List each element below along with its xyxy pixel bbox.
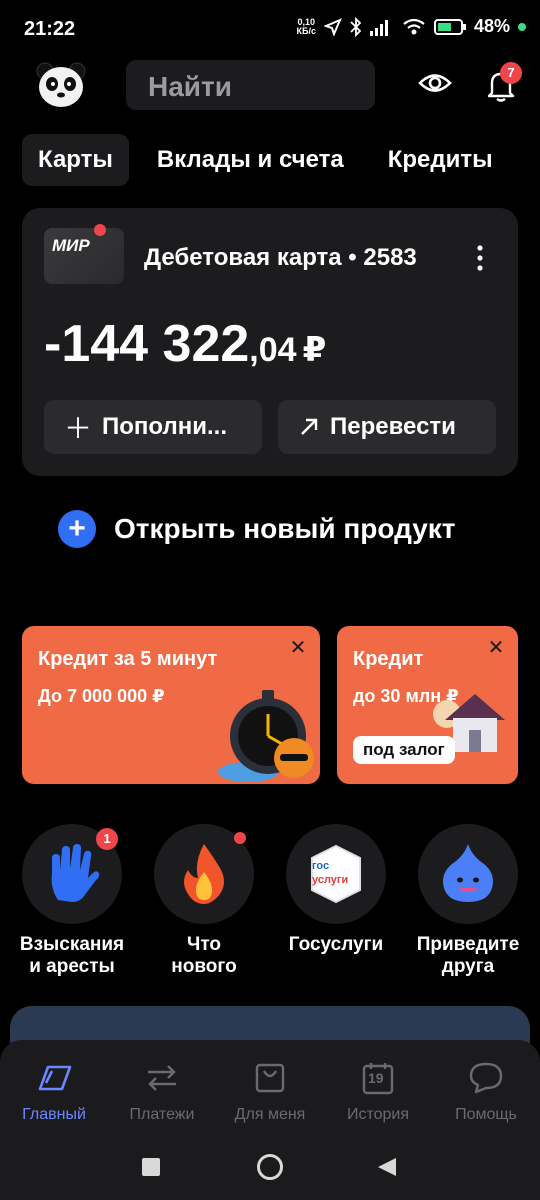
nav-home[interactable]: Главный bbox=[0, 1060, 108, 1124]
topup-label: Пополни... bbox=[102, 413, 227, 440]
bluetooth-icon bbox=[350, 16, 362, 37]
nav-label: Платежи bbox=[129, 1106, 195, 1123]
nav-payments[interactable]: Платежи bbox=[108, 1060, 216, 1124]
network-speed-unit: КБ/с bbox=[296, 25, 316, 36]
transfer-label: Перевести bbox=[330, 413, 456, 440]
balance-currency: ₽ bbox=[302, 331, 327, 369]
status-bar: 21:22 0,10 КБ/с 48% bbox=[0, 0, 540, 60]
debit-card-panel[interactable]: МИР Дебетовая карта • 2583 -144 322,04 ₽ … bbox=[22, 208, 518, 476]
quick-action-circle bbox=[418, 824, 518, 924]
app-header: Найти bbox=[0, 58, 540, 114]
search-placeholder: Найти bbox=[148, 71, 232, 102]
mir-card-thumbnail: МИР bbox=[44, 228, 124, 284]
quick-action-gosuslugi[interactable]: гос услуги Госуслуги bbox=[276, 824, 396, 956]
close-icon[interactable]: ✕ bbox=[288, 638, 308, 658]
quick-action-label-line1: Приведите bbox=[416, 934, 520, 955]
nav-label: Главный bbox=[22, 1106, 86, 1123]
tab-cards[interactable]: Карты bbox=[22, 134, 129, 186]
open-new-product-label: Открыть новый продукт bbox=[114, 513, 456, 544]
wifi-icon bbox=[403, 18, 425, 34]
nav-help[interactable]: Помощь bbox=[432, 1060, 540, 1124]
status-time: 21:22 bbox=[24, 18, 76, 40]
mir-logo: МИР bbox=[52, 236, 90, 255]
quick-action-label-line1: Госуслуги bbox=[288, 934, 384, 955]
network-speed: 0,10 КБ/с bbox=[296, 17, 316, 36]
location-icon bbox=[323, 17, 342, 36]
system-navigation-bar bbox=[0, 1136, 540, 1200]
notifications-badge: 7 bbox=[500, 62, 522, 84]
quick-action-collections[interactable]: 1 Взыскания и аресты bbox=[12, 824, 132, 978]
balance-decimal: ,04 bbox=[249, 331, 297, 369]
close-icon[interactable]: ✕ bbox=[486, 638, 506, 658]
nav-for-me[interactable]: Для меня bbox=[216, 1060, 324, 1124]
panda-avatar-icon[interactable] bbox=[36, 62, 86, 108]
battery-percent: 48% bbox=[473, 16, 510, 36]
plus-icon: ＋ bbox=[64, 413, 93, 444]
quick-action-circle bbox=[154, 824, 254, 924]
gosuslugi-logo-text-bottom: услуги bbox=[312, 874, 349, 886]
quick-action-label-line2: и аресты bbox=[29, 956, 115, 977]
promo-title: Кредит bbox=[353, 648, 424, 670]
recents-button-icon[interactable] bbox=[142, 1158, 160, 1176]
quick-action-label-line1: Что bbox=[186, 934, 221, 955]
whats-new-dot bbox=[234, 832, 246, 844]
promo-title: Кредит за 5 минут bbox=[38, 648, 218, 670]
bag-icon bbox=[255, 1063, 285, 1093]
fire-icon bbox=[184, 844, 224, 904]
tab-credits[interactable]: Кредиты bbox=[372, 134, 509, 186]
promo-tag: под залог bbox=[353, 736, 455, 764]
collections-badge: 1 bbox=[96, 828, 118, 850]
promo-banner-credit-5min[interactable]: Кредит за 5 минут До 7 000 000 ₽ ✕ bbox=[22, 626, 320, 784]
product-tabs: Карты Вклады и счета Кредиты bbox=[22, 134, 509, 186]
privacy-dot bbox=[518, 22, 526, 31]
calendar-day: 19 bbox=[368, 1070, 384, 1086]
topup-button[interactable]: ＋ Пополни... bbox=[44, 400, 262, 454]
arrow-up-right-icon bbox=[301, 418, 318, 435]
card-name: Дебетовая карта • 2583 bbox=[144, 244, 417, 271]
tab-deposits[interactable]: Вклады и счета bbox=[141, 134, 360, 186]
home-icon bbox=[38, 1065, 72, 1091]
transfer-arrows-icon bbox=[148, 1065, 176, 1091]
quick-action-label: Взыскания и аресты bbox=[12, 934, 132, 978]
card-alert-dot bbox=[94, 224, 106, 236]
nav-label: Для меня bbox=[234, 1106, 306, 1123]
quick-action-invite-friend[interactable]: Приведите друга bbox=[408, 824, 528, 978]
promo-banner-secured-credit[interactable]: Кредит до 30 млн ₽ ✕ под залог bbox=[337, 626, 518, 784]
quick-action-circle: 1 bbox=[22, 824, 122, 924]
signal-icon bbox=[369, 19, 388, 36]
nav-history[interactable]: 19 История bbox=[324, 1060, 432, 1124]
eye-icon[interactable] bbox=[418, 68, 452, 98]
back-button-icon[interactable] bbox=[376, 1156, 398, 1178]
raised-hand-icon bbox=[51, 844, 100, 902]
chat-bubble-icon bbox=[469, 1062, 503, 1094]
search-field[interactable]: Найти bbox=[126, 60, 375, 110]
quick-action-circle: гос услуги bbox=[286, 824, 386, 924]
quick-action-label: Приведите друга bbox=[408, 934, 528, 978]
nav-label: Помощь bbox=[455, 1106, 517, 1123]
gosuslugi-logo-text-top: гос bbox=[312, 860, 330, 872]
quick-action-label: Госуслуги bbox=[276, 934, 396, 956]
battery-icon bbox=[433, 18, 466, 35]
quick-action-label-line2: нового bbox=[171, 956, 237, 977]
quick-action-whats-new[interactable]: Что нового bbox=[144, 824, 264, 978]
blob-mascot-icon bbox=[443, 844, 493, 902]
quick-action-label-line2: друга bbox=[441, 956, 495, 977]
quick-action-label: Что нового bbox=[144, 934, 264, 978]
transfer-button[interactable]: Перевести bbox=[278, 400, 496, 454]
promo-subtitle: До 7 000 000 ₽ bbox=[38, 686, 165, 706]
home-button-icon[interactable] bbox=[257, 1154, 283, 1180]
stopwatch-illustration-icon bbox=[218, 690, 314, 782]
battery-value: 48 bbox=[473, 16, 494, 36]
open-new-product[interactable]: + Открыть новый продукт bbox=[58, 510, 456, 548]
nav-label: История bbox=[346, 1106, 410, 1123]
more-vertical-icon[interactable] bbox=[470, 244, 490, 272]
card-balance: -144 322,04 ₽ bbox=[44, 314, 326, 374]
bottom-navigation: Главный Платежи Для меня 19 История Помо… bbox=[0, 1040, 540, 1136]
balance-integer: -144 322 bbox=[44, 315, 250, 373]
status-icons: 0,10 КБ/с 48% bbox=[296, 16, 526, 37]
quick-action-label-line1: Взыскания bbox=[19, 934, 125, 955]
plus-circle-icon: + bbox=[58, 510, 96, 548]
